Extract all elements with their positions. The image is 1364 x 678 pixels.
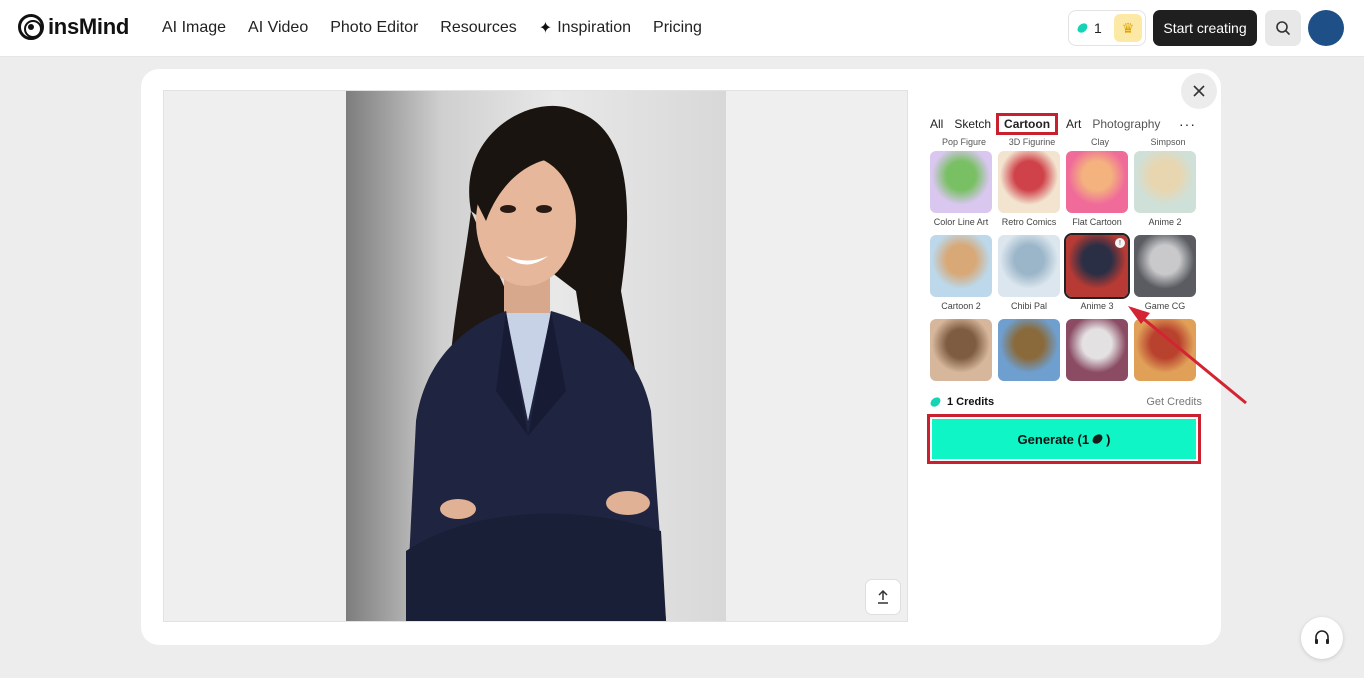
generate-button[interactable]: Generate (1 ) [932, 419, 1196, 459]
nav-inspiration[interactable]: ✦ Inspiration [539, 18, 631, 38]
style-tile[interactable]: Cartoon 2 [930, 235, 992, 319]
style-grid-viewport[interactable]: Color Line Art Retro Comics Flat Cartoon An… [930, 147, 1202, 383]
style-thumbnail[interactable]: ! [1064, 233, 1130, 299]
style-tile[interactable] [998, 319, 1060, 383]
headset-icon [1315, 630, 1329, 644]
style-panel: All Sketch Cartoon Art Photography ··· P… [927, 113, 1202, 464]
style-tile[interactable]: Anime 2 [1134, 151, 1196, 235]
style-tile[interactable]: Game CG [1134, 235, 1196, 319]
logo-icon [18, 14, 44, 40]
style-thumbnail[interactable] [1134, 151, 1196, 213]
logo-text: insMind [48, 14, 130, 39]
style-modal: All Sketch Cartoon Art Photography ··· P… [141, 69, 1221, 645]
generate-highlight: Generate (1 ) [927, 414, 1201, 464]
style-tile[interactable]: Retro Comics [998, 151, 1060, 235]
style-thumbnail[interactable] [1134, 319, 1196, 381]
tab-all[interactable]: All [930, 117, 943, 131]
nav-ai-video[interactable]: AI Video [248, 18, 308, 38]
generate-suffix: ) [1106, 431, 1111, 447]
style-tile[interactable] [1134, 319, 1196, 383]
style-name: Retro Comics [1001, 217, 1057, 227]
style-name: Cartoon 2 [941, 301, 981, 311]
style-thumbnail[interactable] [998, 235, 1060, 297]
sparkle-icon: ✦ [538, 20, 553, 37]
style-name: Anime 3 [1080, 301, 1114, 311]
style-name: Flat Cartoon [1072, 217, 1122, 227]
more-categories-icon[interactable]: ··· [1179, 116, 1196, 132]
crown-icon[interactable]: ♛ [1114, 14, 1142, 42]
style-thumbnail[interactable] [1066, 319, 1128, 381]
scrolled-row-labels: Pop Figure 3D Figurine Clay Simpson [930, 137, 1202, 147]
style-label[interactable]: Simpson [1134, 137, 1202, 147]
generate-label: Generate (1 [1017, 431, 1090, 447]
search-icon [1276, 21, 1290, 35]
nav-pricing[interactable]: Pricing [653, 18, 702, 38]
style-thumbnail[interactable] [998, 151, 1060, 213]
credit-info: 1 Credits Get Credits [928, 395, 1202, 409]
credit-balance[interactable]: 1 ♛ [1068, 10, 1146, 46]
credit-bean-icon [928, 395, 943, 409]
style-label[interactable]: 3D Figurine [998, 137, 1066, 147]
info-badge-icon[interactable]: ! [1115, 238, 1125, 248]
category-tabs: All Sketch Cartoon Art Photography ··· [930, 113, 1202, 135]
close-icon [1193, 85, 1205, 97]
style-tile[interactable]: Chibi Pal [998, 235, 1060, 319]
credits-label: 1 Credits [947, 396, 995, 408]
support-button[interactable] [1301, 617, 1343, 659]
style-thumbnail[interactable] [930, 151, 992, 213]
style-name: Anime 2 [1148, 217, 1182, 227]
credit-count: 1 [1094, 20, 1102, 36]
tab-art[interactable]: Art [1066, 117, 1081, 131]
style-tile[interactable] [930, 319, 992, 383]
upload-icon [878, 589, 888, 604]
style-thumbnail[interactable] [1134, 235, 1196, 297]
nav-ai-image[interactable]: AI Image [162, 18, 226, 38]
get-credits-link[interactable]: Get Credits [1146, 396, 1202, 408]
style-grid: Color Line Art Retro Comics Flat Cartoon An… [930, 151, 1202, 383]
style-label[interactable]: Clay [1066, 137, 1134, 147]
style-tile[interactable] [1066, 319, 1128, 383]
close-button[interactable] [1181, 73, 1217, 109]
main-nav: AI Image AI Video Photo Editor Resources… [162, 18, 724, 38]
style-thumbnail[interactable] [998, 319, 1060, 381]
style-name: Chibi Pal [1010, 301, 1048, 311]
style-thumbnail[interactable] [930, 235, 992, 297]
upload-button[interactable] [865, 579, 901, 615]
style-name: Game CG [1144, 301, 1186, 311]
uploaded-portrait [346, 91, 726, 621]
style-thumbnail[interactable] [930, 319, 992, 381]
style-tile[interactable]: Flat Cartoon [1066, 151, 1128, 235]
style-tile[interactable]: Color Line Art [930, 151, 992, 235]
style-thumbnail[interactable] [1066, 151, 1128, 213]
nav-photo-editor[interactable]: Photo Editor [330, 18, 418, 38]
image-preview [163, 90, 908, 622]
credit-bean-icon [1090, 432, 1105, 446]
nav-resources[interactable]: Resources [440, 18, 516, 38]
tab-sketch[interactable]: Sketch [954, 117, 991, 131]
search-button[interactable] [1265, 10, 1301, 46]
style-tile[interactable]: ! Anime 3 [1064, 233, 1130, 319]
style-label[interactable]: Pop Figure [930, 137, 998, 147]
nav-inspiration-label: Inspiration [557, 19, 632, 36]
tab-photography[interactable]: Photography [1092, 117, 1160, 131]
insmind-logo[interactable]: insMind [18, 14, 129, 40]
top-navbar: insMind AI Image AI Video Photo Editor R… [0, 0, 1364, 57]
credit-bean-icon [1075, 21, 1090, 35]
portrait-illustration [406, 105, 666, 621]
style-name: Color Line Art [933, 217, 989, 227]
start-creating-button[interactable]: Start creating [1153, 10, 1257, 46]
user-avatar[interactable] [1308, 10, 1344, 46]
tab-cartoon[interactable]: Cartoon [996, 113, 1059, 135]
